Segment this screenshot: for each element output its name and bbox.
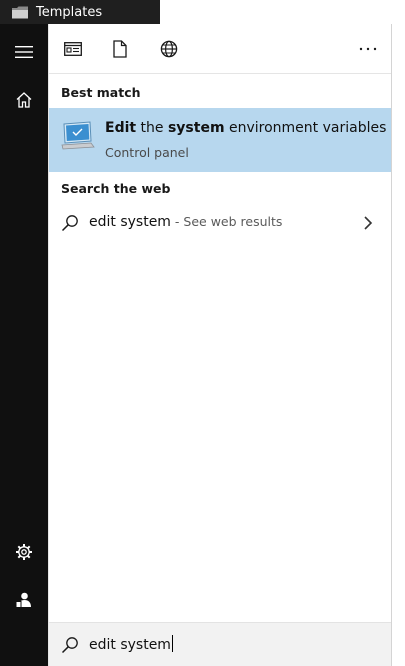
start-left-rail (0, 24, 48, 666)
best-match-title: Edit the system environment variables (105, 120, 387, 136)
chevron-right-icon (364, 216, 373, 230)
user-icon (15, 592, 31, 608)
best-match-subtitle: Control panel (105, 145, 189, 160)
search-web-header: Search the web (61, 181, 171, 196)
search-input[interactable]: edit system (89, 635, 173, 653)
best-match-result[interactable]: Edit the system environment variables Co… (49, 108, 391, 172)
more-options-button[interactable] (355, 36, 381, 62)
menu-button[interactable] (0, 28, 48, 76)
web-filter-button[interactable] (156, 36, 182, 62)
system-properties-icon (61, 121, 95, 151)
account-button[interactable] (0, 576, 48, 624)
background-window-title: Templates (36, 4, 103, 20)
apps-filter-button[interactable] (60, 36, 86, 62)
search-icon (61, 215, 78, 232)
globe-icon (160, 40, 178, 58)
home-button[interactable] (0, 76, 48, 124)
web-search-query: edit system - See web results (89, 214, 283, 230)
best-match-header: Best match (61, 85, 141, 100)
ellipsis-icon (359, 47, 377, 51)
settings-button[interactable] (0, 528, 48, 576)
search-box[interactable]: edit system (49, 622, 391, 666)
text-caret (171, 635, 173, 652)
web-search-hint: - See web results (170, 214, 283, 229)
search-filter-toolbar (49, 24, 391, 74)
desktop-area (160, 0, 405, 24)
folder-icon (12, 5, 28, 19)
search-results-panel: Best match Edit the system environment v… (48, 24, 392, 666)
apps-filter-icon (64, 42, 82, 56)
web-search-result[interactable]: edit system - See web results (49, 204, 391, 242)
gear-icon (16, 544, 32, 560)
documents-filter-button[interactable] (107, 36, 133, 62)
background-window-titlebar: Templates (0, 0, 160, 24)
search-icon (61, 637, 78, 654)
document-icon (113, 40, 127, 58)
home-icon (16, 92, 32, 108)
hamburger-menu-icon (15, 46, 33, 58)
